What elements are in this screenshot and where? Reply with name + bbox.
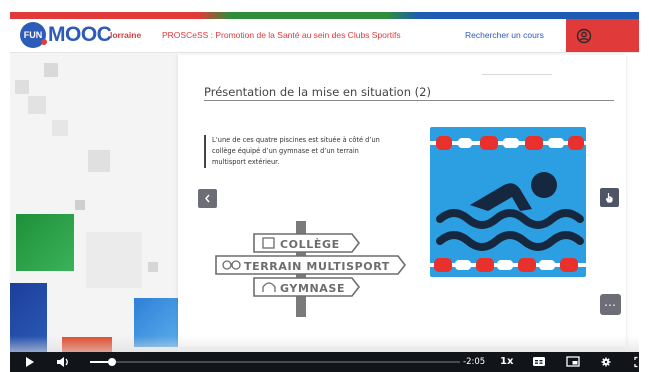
decorative-square-green [16,214,74,271]
signpost-illustration: COLLÈGE TERRAIN MULTISPORT GYMNASE [215,221,407,317]
more-options-button[interactable]: … [600,294,621,315]
cursor-hand-icon [605,193,613,203]
user-menu-button[interactable] [566,19,639,52]
brand-stripe [10,12,639,19]
course-organization: lorraine [110,30,142,40]
title-underline [204,100,614,101]
seek-bar-handle[interactable] [108,358,117,366]
video-frame: FUN MOOC lorraine PROSCeSS : Promotion d… [0,0,649,372]
fullscreen-button[interactable] [634,352,646,372]
decorative-square [15,80,29,94]
captions-button[interactable] [532,352,548,372]
decorative-square [148,262,158,272]
more-dots-icon: … [604,295,617,309]
search-courses-link[interactable]: Rechercher un cours [465,30,544,40]
decorative-square [88,150,110,172]
swimmer-icon [430,136,586,272]
previous-slide-button[interactable] [198,189,217,208]
divider [482,74,552,75]
decorative-square [44,63,58,77]
header: FUN MOOC lorraine PROSCeSS : Promotion d… [10,19,639,53]
time-remaining: -2:05 [463,357,486,367]
pool-illustration [430,127,586,277]
slide-description: L’une de ces quatre piscines est située … [204,135,382,168]
captions-icon [533,357,545,366]
slide-title: Présentation de la mise en situation (2) [204,85,431,99]
play-button[interactable] [24,352,38,372]
user-circle-icon [576,28,592,44]
decorative-square [28,96,46,114]
sign-terrain-label: TERRAIN MULTISPORT [244,260,390,273]
logo-dot [41,39,47,45]
settings-button[interactable] [600,352,614,372]
settings-icon [601,357,611,367]
course-title: PROSCeSS : Promotion de la Santé au sein… [162,30,401,40]
decorative-square [86,232,142,288]
slide-panel: Présentation de la mise en situation (2)… [178,55,626,347]
sign-gymnase-label: GYMNASE [280,282,345,295]
chevron-left-icon [205,194,210,203]
decorative-square [52,120,68,136]
decorative-square [75,200,85,210]
seek-bar[interactable] [90,358,460,366]
bottom-shade [10,336,639,352]
pip-icon [566,356,580,367]
fullscreen-icon [634,356,645,368]
play-icon [26,357,34,367]
playback-speed-button[interactable]: 1x [500,352,513,372]
volume-button[interactable] [55,352,71,372]
mooc-logo-text[interactable]: MOOC [48,22,112,48]
sign-college-label: COLLÈGE [280,238,340,251]
volume-icon [57,357,68,367]
next-slide-button[interactable] [600,188,619,207]
picture-in-picture-button[interactable] [566,352,582,372]
video-control-bar: -2:05 1x [10,352,645,372]
